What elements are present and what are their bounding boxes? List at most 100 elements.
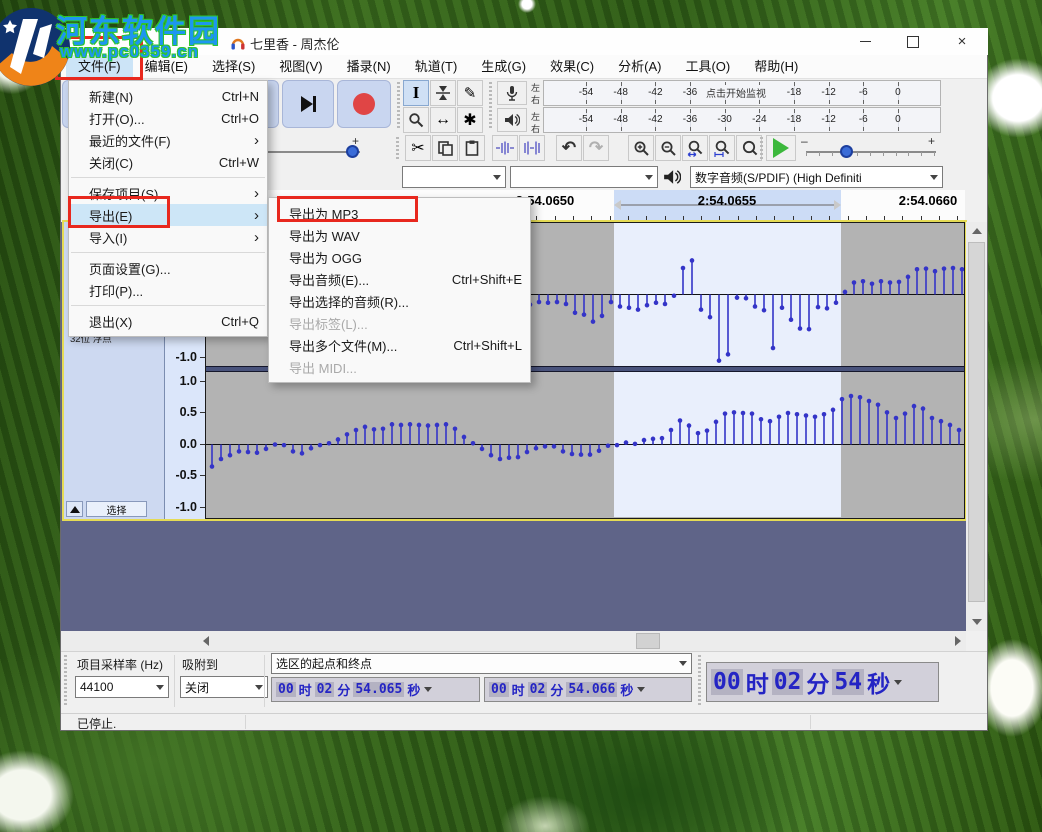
skip-to-end-button[interactable] [282,80,334,128]
silence-audio-button[interactable] [519,135,545,161]
close-icon: × [958,33,967,50]
audio-host-dropdown[interactable] [402,166,506,188]
scroll-down-button[interactable] [966,613,987,631]
file-menu-item-10[interactable]: 页面设置(G)... [69,257,267,279]
envelope-tool-button[interactable] [430,80,456,106]
sample-rate-label: 项目采样率 (Hz) [77,656,163,673]
maximize-icon [907,36,919,48]
playback-device-dropdown[interactable]: 数字音频(S/PDIF) (High Definiti [690,166,943,188]
zoom-in-button[interactable] [628,135,654,161]
horizontal-scrollbar[interactable] [61,631,966,651]
play-meter-right-label: 右 [531,122,540,135]
cut-button[interactable]: ✂ [405,135,431,161]
copy-button[interactable] [432,135,458,161]
selection-mode-dropdown[interactable]: 选区的起点和终点 [271,653,692,674]
edit-toolbar-grip[interactable] [396,137,399,161]
file-menu-item-8[interactable]: 导入(I)› [69,226,267,248]
file-menu-item-13[interactable]: 退出(X)Ctrl+Q [69,310,267,332]
annotation-box-export-mp3 [277,196,418,222]
redo-button[interactable]: ↷ [583,135,609,161]
minimize-button[interactable] [841,28,889,55]
menubar-item-10[interactable]: 工具(O) [673,55,742,78]
selection-right-arrow[interactable] [834,200,841,210]
scroll-right-button[interactable] [950,633,966,649]
play-at-speed-grip[interactable] [760,137,763,161]
export-submenu-item-4[interactable]: 导出音频(E)...Ctrl+Shift+E [269,268,530,290]
file-menu-item-1[interactable]: 新建(N)Ctrl+N [69,85,267,107]
menubar-item-6[interactable]: 轨道(T) [403,55,470,78]
undo-icon: ↶ [562,138,576,158]
undo-button[interactable]: ↶ [556,135,582,161]
export-submenu-item-8[interactable]: 导出 MIDI... [269,356,530,378]
chevron-down-icon[interactable] [894,680,902,689]
divider [245,715,246,729]
play-speed-thumb[interactable] [840,145,853,158]
file-menu-item-11[interactable]: 打印(P)... [69,279,267,301]
selection-end-time-field[interactable]: 00时02分54.066秒 [484,677,692,702]
multi-tool-button[interactable]: ✱ [457,107,483,133]
file-menu-item-2[interactable]: 打开(O)...Ctrl+O [69,107,267,129]
chevron-down-icon [679,661,687,670]
export-submenu-item-3[interactable]: 导出为 OGG [269,246,530,268]
menubar-item-11[interactable]: 帮助(H) [742,55,810,78]
scale-label: -0.5 [165,468,197,482]
sample-rate-dropdown[interactable]: 44100 [75,676,169,698]
zoom-tool-button[interactable] [403,107,429,133]
zoom-tool-icon [408,112,424,128]
menubar-item-9[interactable]: 分析(A) [606,55,673,78]
timeshift-tool-button[interactable]: ↔ [430,107,456,133]
meter-toolbar-grip[interactable] [489,82,492,130]
monitor-overlay-text[interactable]: 点击开始监视 [697,85,775,98]
record-meter-mic-button[interactable] [497,81,527,105]
tools-toolbar-grip[interactable] [397,82,400,130]
snap-to-dropdown[interactable]: 关闭 [180,676,268,698]
vertical-scroll-thumb[interactable] [968,242,985,602]
selection-tool-button[interactable]: I [403,80,429,106]
audio-position-display[interactable]: 00时02分54秒 [706,662,939,702]
record-icon [353,93,375,115]
file-menu-item-3[interactable]: 最近的文件(F)› [69,129,267,151]
export-submenu-item-6[interactable]: 导出标签(L)... [269,312,530,334]
paste-button[interactable] [459,135,485,161]
trim-icon [496,141,514,155]
status-text: 已停止. [77,715,116,732]
horizontal-scroll-thumb[interactable] [636,633,660,649]
playback-device-speaker-icon [663,169,681,185]
timeshift-tool-icon: ↔ [435,111,451,129]
scroll-left-button[interactable] [198,633,214,649]
record-button[interactable] [337,80,391,128]
scroll-right-icon [955,636,961,646]
export-submenu-item-7[interactable]: 导出多个文件(M)...Ctrl+Shift+L [269,334,530,356]
trim-audio-button[interactable] [492,135,518,161]
time-toolbar-grip[interactable] [698,655,701,707]
file-menu-item-4[interactable]: 关闭(C)Ctrl+W [69,151,267,173]
zoom-fit-button[interactable] [709,135,735,161]
recording-volume-thumb[interactable] [346,145,359,158]
export-submenu-item-5[interactable]: 导出选择的音频(R)... [269,290,530,312]
draw-tool-button[interactable]: ✎ [457,80,483,106]
playback-meter[interactable]: -54-48-42-36-30-24-18-12-60 [543,107,941,133]
zoom-out-button[interactable] [655,135,681,161]
menubar-item-7[interactable]: 生成(G) [469,55,538,78]
maximize-button[interactable] [889,28,937,55]
menubar-item-8[interactable]: 效果(C) [538,55,606,78]
track-collapse-button[interactable] [66,501,83,517]
scroll-up-button[interactable] [966,222,987,240]
collapse-triangle-icon [70,506,80,513]
recording-device-dropdown[interactable] [510,166,658,188]
timeline-label: 2:54.0655 [682,193,772,208]
chevron-down-icon[interactable] [637,687,645,696]
export-submenu-item-2[interactable]: 导出为 WAV [269,224,530,246]
selection-toolbar-grip[interactable] [64,655,67,707]
zoom-toggle-button[interactable] [736,135,762,161]
track-select-button[interactable]: 选择 [86,501,147,517]
play-at-speed-button[interactable] [766,135,796,161]
play-speed-slider[interactable] [806,142,936,160]
chevron-down-icon[interactable] [424,687,432,696]
close-button[interactable]: × [937,28,987,55]
selection-left-arrow[interactable] [614,200,621,210]
play-meter-speaker-button[interactable] [497,108,527,132]
zoom-selection-button[interactable] [682,135,708,161]
selection-start-time-field[interactable]: 00时02分54.065秒 [271,677,480,702]
zoom-selection-icon [687,140,704,157]
